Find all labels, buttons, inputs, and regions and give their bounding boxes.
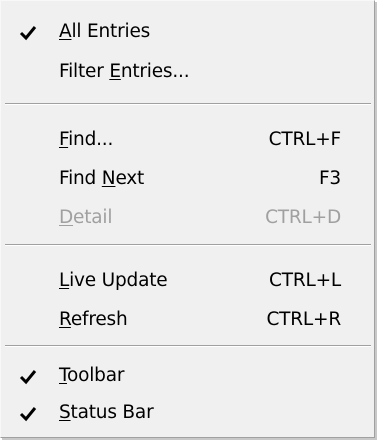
menu-item-live-update[interactable]: Live Update CTRL+L xyxy=(1,262,374,300)
menu-item-refresh[interactable]: Refresh CTRL+R xyxy=(1,301,374,339)
menu-item-detail: Detail CTRL+D xyxy=(1,199,374,237)
check-icon xyxy=(19,26,37,41)
menu-item-shortcut: F3 xyxy=(318,168,341,189)
check-icon xyxy=(19,370,37,385)
menu-item-shortcut: CTRL+F xyxy=(268,129,342,150)
menu-item-label: Find Next xyxy=(59,168,145,189)
menu-item-find[interactable]: Find... CTRL+F xyxy=(1,121,374,159)
check-icon xyxy=(19,407,37,422)
menu-separator xyxy=(5,345,371,347)
menu-item-label: Live Update xyxy=(59,270,168,291)
menu-item-all-entries[interactable]: All Entries xyxy=(1,13,374,51)
menu-item-find-next[interactable]: Find Next F3 xyxy=(1,160,374,198)
menu-item-label: Toolbar xyxy=(59,365,125,386)
menu-item-label: Detail xyxy=(59,207,113,228)
menu-item-label: Filter Entries... xyxy=(59,61,190,82)
menu-item-shortcut: CTRL+L xyxy=(269,270,341,291)
menu-item-status-bar[interactable]: Status Bar xyxy=(1,394,374,432)
menu-separator xyxy=(5,103,371,105)
menu-item-label: Refresh xyxy=(59,309,128,330)
menu-item-label: Status Bar xyxy=(59,402,154,423)
menu-separator xyxy=(5,244,371,246)
menu-item-filter-entries[interactable]: Filter Entries... xyxy=(1,53,374,91)
view-context-menu: All Entries Filter Entries... Find... CT… xyxy=(0,0,375,438)
menu-item-shortcut: CTRL+D xyxy=(265,207,341,228)
menu-item-label: Find... xyxy=(59,129,114,150)
menu-item-toolbar[interactable]: Toolbar xyxy=(1,357,374,395)
menu-item-shortcut: CTRL+R xyxy=(266,309,341,330)
menu-item-label: All Entries xyxy=(59,21,151,42)
